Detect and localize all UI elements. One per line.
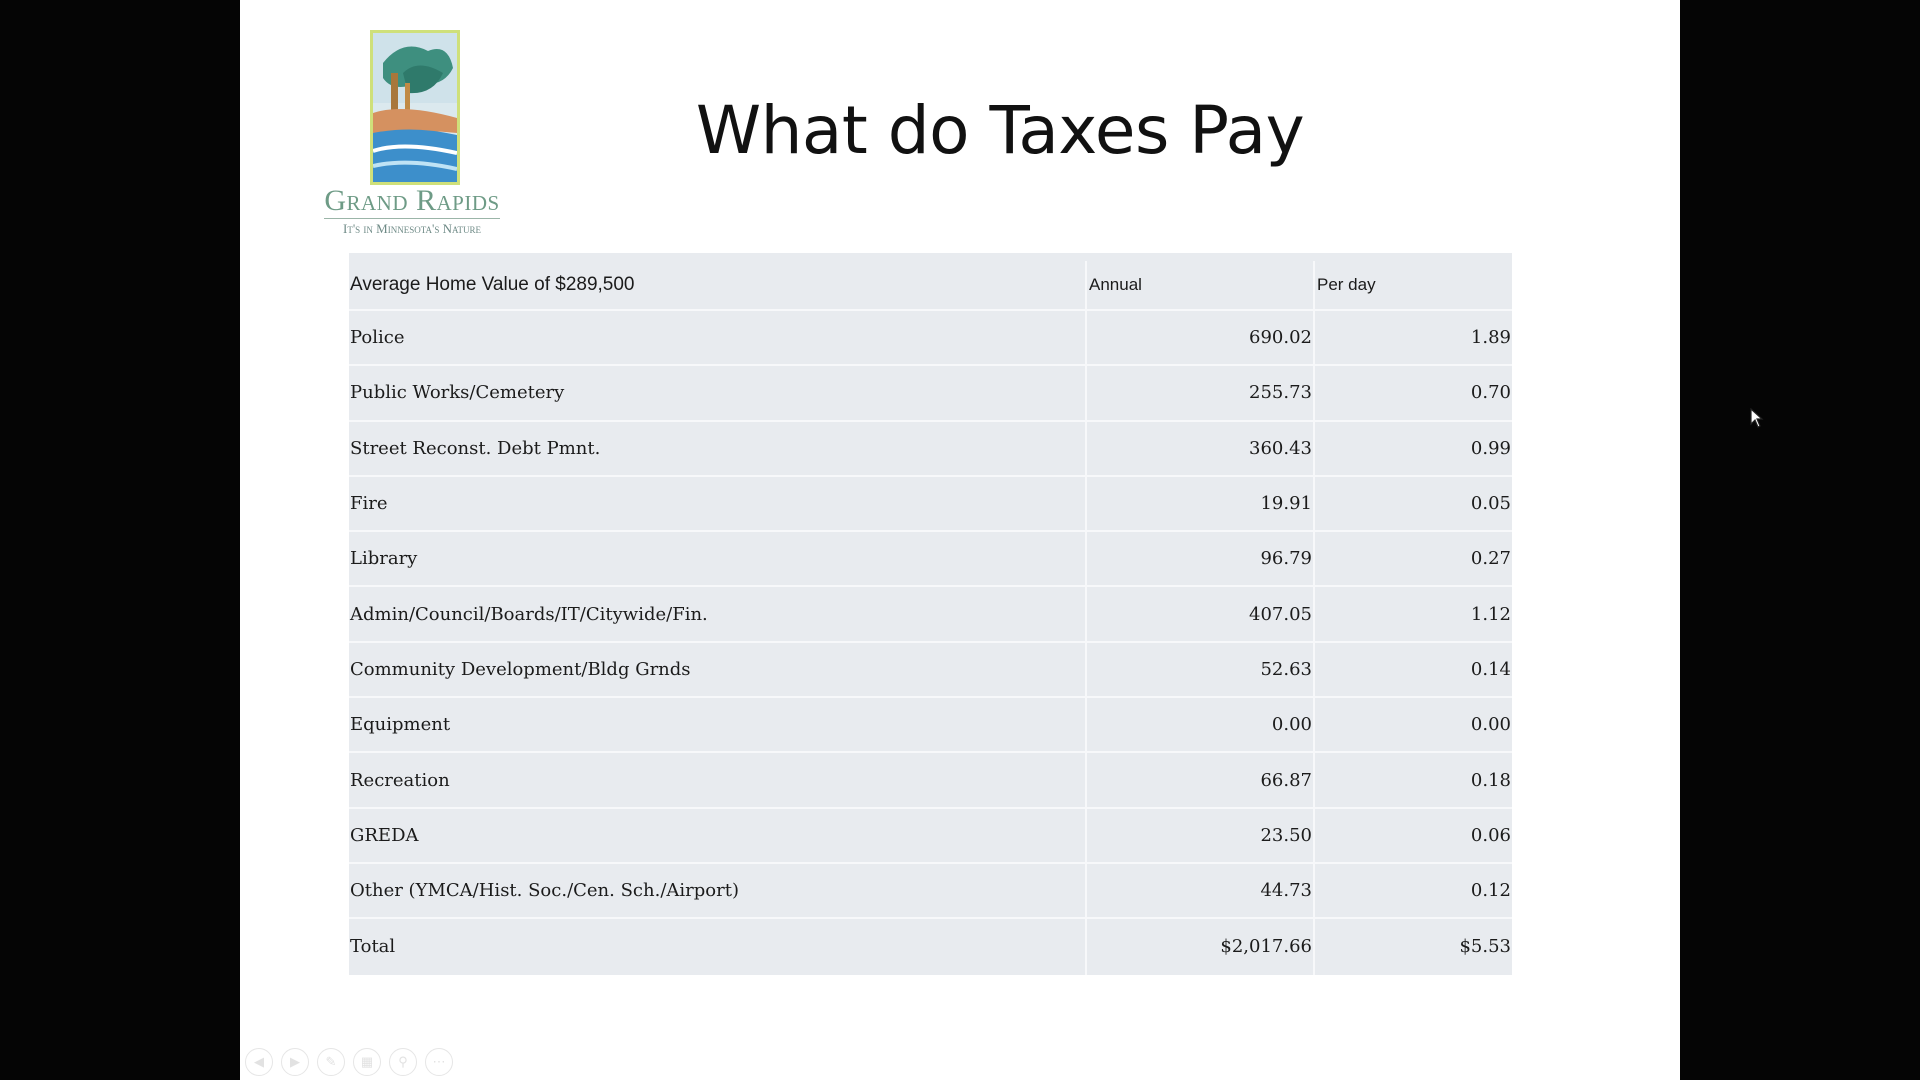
slideshow-controls: ◀ ▶ ✎ ▦ ⚲ ⋯ bbox=[245, 1048, 453, 1076]
row-per-day: 0.00 bbox=[1470, 714, 1511, 736]
row-annual: 690.02 bbox=[1087, 311, 1315, 365]
pen-tool-button[interactable]: ✎ bbox=[317, 1048, 345, 1076]
row-label: Other (YMCA/Hist. Soc./Cen. Sch./Airport… bbox=[349, 863, 1087, 918]
row-per-day: 0.70 bbox=[1470, 382, 1511, 404]
table-row: GREDA 23.50 0.06 bbox=[349, 808, 1512, 864]
table-row: Other (YMCA/Hist. Soc./Cen. Sch./Airport… bbox=[349, 863, 1512, 920]
row-label: Recreation bbox=[349, 753, 1087, 807]
table-row: Recreation 66.87 0.18 bbox=[349, 753, 1512, 809]
row-per-day: 0.05 bbox=[1470, 493, 1511, 515]
row-label: GREDA bbox=[349, 808, 1087, 862]
previous-slide-button[interactable]: ◀ bbox=[245, 1048, 273, 1076]
header-annual: Annual bbox=[1087, 261, 1315, 309]
more-options-button[interactable]: ⋯ bbox=[425, 1048, 453, 1076]
logo-name: Grand Rapids bbox=[324, 184, 500, 217]
see-all-slides-button[interactable]: ▦ bbox=[353, 1048, 381, 1076]
row-annual: 23.50 bbox=[1087, 808, 1315, 862]
row-label: Police bbox=[349, 311, 1087, 365]
next-slide-button[interactable]: ▶ bbox=[281, 1048, 309, 1076]
row-per-day: 0.27 bbox=[1470, 548, 1511, 570]
grand-rapids-logo-art bbox=[370, 30, 460, 185]
table-total-row: Total $2,017.66 $5.53 bbox=[349, 919, 1512, 975]
row-annual: 255.73 bbox=[1087, 366, 1315, 420]
magnifier-icon: ⚲ bbox=[398, 1054, 408, 1069]
row-annual: 44.73 bbox=[1087, 863, 1315, 918]
table-row: Community Development/Bldg Grnds 52.63 0… bbox=[349, 642, 1512, 699]
table-row: Equipment 0.00 0.00 bbox=[349, 698, 1512, 754]
chevron-right-icon: ▶ bbox=[290, 1054, 300, 1069]
total-per-day: $5.53 bbox=[1459, 936, 1511, 958]
zoom-button[interactable]: ⚲ bbox=[389, 1048, 417, 1076]
chevron-left-icon: ◀ bbox=[254, 1054, 264, 1069]
table-row: Public Works/Cemetery 255.73 0.70 bbox=[349, 366, 1512, 422]
total-label: Total bbox=[349, 919, 1087, 975]
row-per-day: 0.06 bbox=[1470, 824, 1511, 846]
slide-title: What do Taxes Pay bbox=[695, 92, 1305, 169]
row-label: Street Reconst. Debt Pmnt. bbox=[349, 421, 1087, 475]
row-annual: 407.05 bbox=[1087, 587, 1315, 641]
table-row: Street Reconst. Debt Pmnt. 360.43 0.99 bbox=[349, 421, 1512, 477]
mouse-cursor-icon bbox=[1750, 408, 1764, 428]
tree-landscape-icon bbox=[373, 33, 457, 182]
row-label: Admin/Council/Boards/IT/Citywide/Fin. bbox=[349, 587, 1087, 641]
row-annual: 0.00 bbox=[1087, 698, 1315, 752]
row-label: Equipment bbox=[349, 698, 1087, 752]
table-row: Fire 19.91 0.05 bbox=[349, 476, 1512, 533]
row-annual: 66.87 bbox=[1087, 753, 1315, 807]
logo-tagline: It's in Minnesota's Nature bbox=[324, 218, 500, 237]
row-per-day: 0.99 bbox=[1470, 437, 1511, 459]
row-label: Public Works/Cemetery bbox=[349, 366, 1087, 420]
table-header-row: Average Home Value of $289,500 Annual Pe… bbox=[349, 253, 1512, 311]
row-per-day: 1.12 bbox=[1470, 603, 1511, 625]
row-per-day: 1.89 bbox=[1470, 327, 1511, 349]
ellipsis-icon: ⋯ bbox=[432, 1054, 446, 1069]
row-per-day: 0.12 bbox=[1470, 880, 1511, 902]
table-row: Admin/Council/Boards/IT/Citywide/Fin. 40… bbox=[349, 587, 1512, 643]
slides-grid-icon: ▦ bbox=[360, 1054, 374, 1069]
row-annual: 19.91 bbox=[1087, 476, 1315, 531]
table-row: Library 96.79 0.27 bbox=[349, 532, 1512, 588]
row-per-day: 0.18 bbox=[1470, 769, 1511, 791]
row-label: Library bbox=[349, 532, 1087, 586]
header-home-value: Average Home Value of $289,500 bbox=[349, 261, 1087, 309]
row-annual: 360.43 bbox=[1087, 421, 1315, 475]
row-annual: 52.63 bbox=[1087, 642, 1315, 697]
row-annual: 96.79 bbox=[1087, 532, 1315, 586]
row-per-day: 0.14 bbox=[1470, 658, 1511, 680]
tax-breakdown-table: Average Home Value of $289,500 Annual Pe… bbox=[349, 253, 1512, 975]
presentation-slide: Grand Rapids It's in Minnesota's Nature … bbox=[240, 0, 1764, 1080]
total-annual: $2,017.66 bbox=[1087, 919, 1315, 975]
pen-icon: ✎ bbox=[325, 1054, 337, 1069]
row-label: Community Development/Bldg Grnds bbox=[349, 642, 1087, 697]
row-label: Fire bbox=[349, 476, 1087, 531]
header-per-day: Per day bbox=[1317, 275, 1376, 294]
table-row: Police 690.02 1.89 bbox=[349, 311, 1512, 367]
